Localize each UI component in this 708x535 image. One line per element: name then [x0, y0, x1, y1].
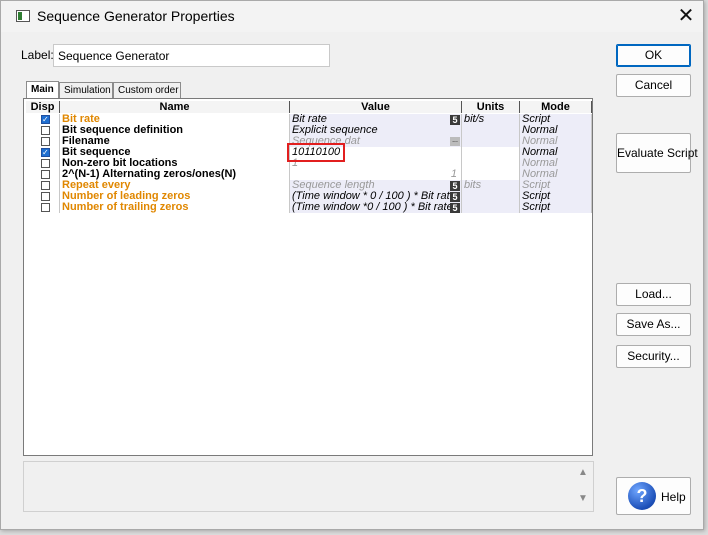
- disp-cell: [26, 147, 60, 158]
- parameter-mode[interactable]: Normal: [520, 125, 592, 136]
- script-button[interactable]: 5: [450, 181, 460, 191]
- script-button[interactable]: 5: [450, 192, 460, 202]
- disp-cell: [26, 180, 60, 191]
- parameter-value[interactable]: Explicit sequence: [290, 125, 462, 136]
- disp-cell: [26, 136, 60, 147]
- parameter-value-text: Bit rate: [292, 114, 327, 125]
- display-checkbox[interactable]: [41, 137, 50, 146]
- table-row[interactable]: 2^(N-1) Alternating zeros/ones(N) 1 Normal: [26, 169, 592, 180]
- parameter-mode[interactable]: Normal: [520, 147, 592, 158]
- header-disp: Disp: [26, 101, 60, 113]
- parameter-units: [462, 169, 520, 180]
- label-caption: Label:: [21, 48, 54, 62]
- scroll-up-icon[interactable]: ▲: [578, 467, 588, 478]
- display-checkbox[interactable]: [41, 192, 50, 201]
- header-mode: Mode: [520, 101, 592, 113]
- disp-cell: [26, 114, 60, 125]
- properties-dialog: Sequence Generator Properties ✕ Label: M…: [0, 0, 704, 530]
- header-value: Value: [290, 101, 462, 113]
- script-button[interactable]: 5: [450, 115, 460, 125]
- load-button[interactable]: Load...: [616, 283, 691, 306]
- parameter-units: [462, 136, 520, 147]
- parameter-name: Bit sequence: [60, 147, 290, 158]
- parameter-units: bits: [462, 180, 520, 191]
- title-bar: Sequence Generator Properties ✕: [1, 1, 703, 32]
- window-title: Sequence Generator Properties: [37, 8, 235, 24]
- parameter-units: bit/s: [462, 114, 520, 125]
- help-icon: ?: [628, 482, 656, 510]
- save-as-button[interactable]: Save As...: [616, 313, 691, 336]
- tab-main[interactable]: Main: [26, 81, 59, 99]
- parameter-value-text: Explicit sequence: [292, 125, 378, 136]
- help-button[interactable]: ? Help: [616, 477, 691, 515]
- parameter-units: [462, 125, 520, 136]
- display-checkbox[interactable]: [41, 126, 50, 135]
- parameter-mode[interactable]: Script: [520, 202, 592, 213]
- parameter-name: 2^(N-1) Alternating zeros/ones(N): [60, 169, 290, 180]
- table-row[interactable]: Repeat every Sequence length 5 bits Script: [26, 180, 592, 191]
- parameter-name: Number of trailing zeros: [60, 202, 290, 213]
- display-checkbox[interactable]: [41, 159, 50, 168]
- table-row[interactable]: Number of leading zeros (Time window * 0 …: [26, 191, 592, 202]
- header-name: Name: [60, 101, 290, 113]
- display-checkbox[interactable]: [41, 147, 50, 158]
- display-checkbox[interactable]: [41, 203, 50, 212]
- parameter-value[interactable]: 1: [290, 169, 462, 180]
- disp-cell: [26, 125, 60, 136]
- script-button[interactable]: 5: [450, 203, 460, 213]
- parameter-value-text: Sequence length: [292, 180, 375, 191]
- parameter-name: Filename: [60, 136, 290, 147]
- display-checkbox[interactable]: [41, 170, 50, 179]
- display-checkbox[interactable]: [41, 181, 50, 190]
- parameter-mode[interactable]: Script: [520, 114, 592, 125]
- disp-cell: [26, 158, 60, 169]
- display-checkbox[interactable]: [41, 114, 50, 125]
- parameter-mode[interactable]: Script: [520, 191, 592, 202]
- grid-header: Disp Name Value Units Mode: [26, 101, 592, 113]
- parameter-mode[interactable]: Script: [520, 180, 592, 191]
- parameter-value[interactable]: (Time window * 0 / 100 ) * Bit rate 5: [290, 191, 462, 202]
- header-units: Units: [462, 101, 520, 113]
- parameter-value-text: (Time window * 0 / 100 ) * Bit rate: [292, 191, 456, 202]
- parameter-units: [462, 202, 520, 213]
- tab-simulation[interactable]: Simulation: [59, 82, 113, 99]
- security-button[interactable]: Security...: [616, 345, 691, 368]
- parameter-name: Non-zero bit locations: [60, 158, 290, 169]
- parameter-name: Repeat every: [60, 180, 290, 191]
- evaluate-script-button[interactable]: Evaluate Script: [616, 133, 698, 173]
- parameter-name: Number of leading zeros: [60, 191, 290, 202]
- parameter-value-text: (Time window *0 / 100 ) * Bit rate: [292, 202, 453, 213]
- label-input[interactable]: [53, 44, 330, 67]
- table-row[interactable]: Number of trailing zeros (Time window *0 …: [26, 202, 592, 213]
- tab-custom-order[interactable]: Custom order: [113, 82, 181, 99]
- parameter-units: [462, 147, 520, 158]
- disp-cell: [26, 191, 60, 202]
- bit-sequence-highlight: [287, 143, 345, 162]
- parameter-units: [462, 191, 520, 202]
- scroll-down-icon[interactable]: ▼: [578, 493, 588, 504]
- browse-button[interactable]: ...: [450, 137, 460, 146]
- help-label: Help: [661, 490, 686, 504]
- parameter-name: Bit rate: [60, 114, 290, 125]
- cancel-button[interactable]: Cancel: [616, 74, 691, 97]
- table-row[interactable]: Bit sequence definition Explicit sequence…: [26, 125, 592, 136]
- parameter-value[interactable]: Bit rate 5: [290, 114, 462, 125]
- ok-button[interactable]: OK: [616, 44, 691, 67]
- close-button[interactable]: ✕: [669, 3, 703, 30]
- parameter-mode[interactable]: Normal: [520, 136, 592, 147]
- parameter-units: [462, 158, 520, 169]
- disp-cell: [26, 202, 60, 213]
- disp-cell: [26, 169, 60, 180]
- parameter-value[interactable]: Sequence length 5: [290, 180, 462, 191]
- parameter-value[interactable]: (Time window *0 / 100 ) * Bit rate 5: [290, 202, 462, 213]
- parameter-name: Bit sequence definition: [60, 125, 290, 136]
- table-row[interactable]: Bit rateBit rate 5bit/sScript: [26, 114, 592, 125]
- parameter-mode[interactable]: Normal: [520, 169, 592, 180]
- app-icon: [16, 10, 30, 22]
- parameter-value-text: 1: [450, 169, 457, 180]
- description-box: [23, 461, 594, 512]
- parameter-mode[interactable]: Normal: [520, 158, 592, 169]
